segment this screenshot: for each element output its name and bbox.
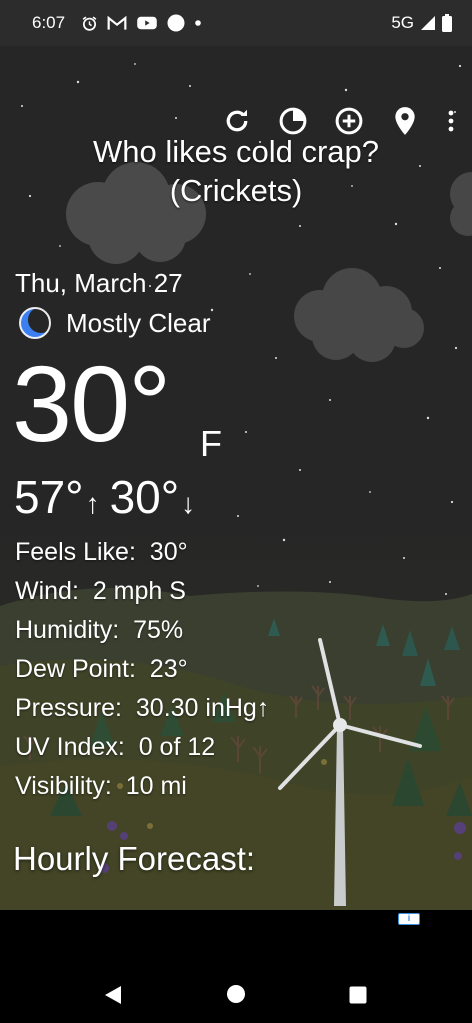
detail-feels-like: Feels Like: 30° bbox=[15, 538, 188, 566]
dot-icon bbox=[195, 20, 201, 26]
status-time: 6:07 bbox=[32, 13, 66, 32]
weather-details: Feels Like: 30° Wind: 2 mph S Humidity: … bbox=[15, 533, 269, 806]
moon-icon bbox=[19, 307, 52, 339]
detail-dew-point: Dew Point: 23° bbox=[15, 655, 188, 683]
high-temp: 57° bbox=[14, 471, 84, 523]
ad-banner[interactable]: i bbox=[0, 910, 472, 963]
recents-icon bbox=[349, 986, 367, 1004]
ad-info-icon[interactable]: i bbox=[398, 913, 420, 925]
quip-line-1: Who likes cold crap? bbox=[92, 134, 379, 169]
hourly-forecast-title: Hourly Forecast: bbox=[13, 840, 256, 877]
down-arrow-icon: ↓ bbox=[181, 488, 196, 519]
current-condition: Mostly Clear bbox=[18, 306, 210, 340]
cloud-right bbox=[294, 268, 424, 362]
low-temp: 30° bbox=[109, 471, 180, 523]
back-icon bbox=[105, 986, 121, 1004]
refresh-icon bbox=[226, 109, 248, 132]
quip-line-2: (Crickets) bbox=[169, 173, 303, 208]
detail-visibility: Visibility: 10 mi bbox=[15, 772, 187, 800]
battery-icon bbox=[442, 14, 452, 32]
youtube-icon bbox=[137, 16, 157, 30]
detail-wind: Wind: 2 mph S bbox=[15, 577, 186, 605]
high-low: 57° ↑ 30° ↓ bbox=[14, 470, 205, 524]
temperature-unit: F bbox=[200, 423, 222, 464]
signal-icon bbox=[421, 16, 435, 30]
network-type: 5G bbox=[391, 13, 414, 32]
navigation-bar bbox=[0, 963, 472, 1023]
current-date: Thu, March 27 bbox=[15, 268, 183, 298]
gmail-icon bbox=[107, 15, 127, 30]
condition-label: Mostly Clear bbox=[66, 307, 211, 338]
home-icon bbox=[227, 985, 245, 1003]
alarm-icon bbox=[82, 15, 97, 31]
recents-button[interactable] bbox=[349, 986, 367, 1009]
circle-icon bbox=[167, 14, 185, 32]
detail-humidity: Humidity: 75% bbox=[15, 616, 184, 644]
detail-uv-index: UV Index: 0 of 12 bbox=[15, 733, 216, 761]
location-pin-icon bbox=[395, 107, 415, 135]
more-vert-icon bbox=[448, 110, 454, 132]
up-arrow-icon: ↑ bbox=[85, 488, 100, 519]
radar-icon bbox=[279, 107, 307, 135]
status-bar: 6:07 5G bbox=[0, 0, 472, 46]
home-button[interactable] bbox=[226, 984, 246, 1009]
detail-pressure: Pressure: 30.30 inHg↑ bbox=[15, 694, 270, 722]
add-location-icon bbox=[335, 107, 363, 135]
current-temperature: 30° bbox=[12, 343, 171, 464]
back-button[interactable] bbox=[104, 985, 122, 1010]
